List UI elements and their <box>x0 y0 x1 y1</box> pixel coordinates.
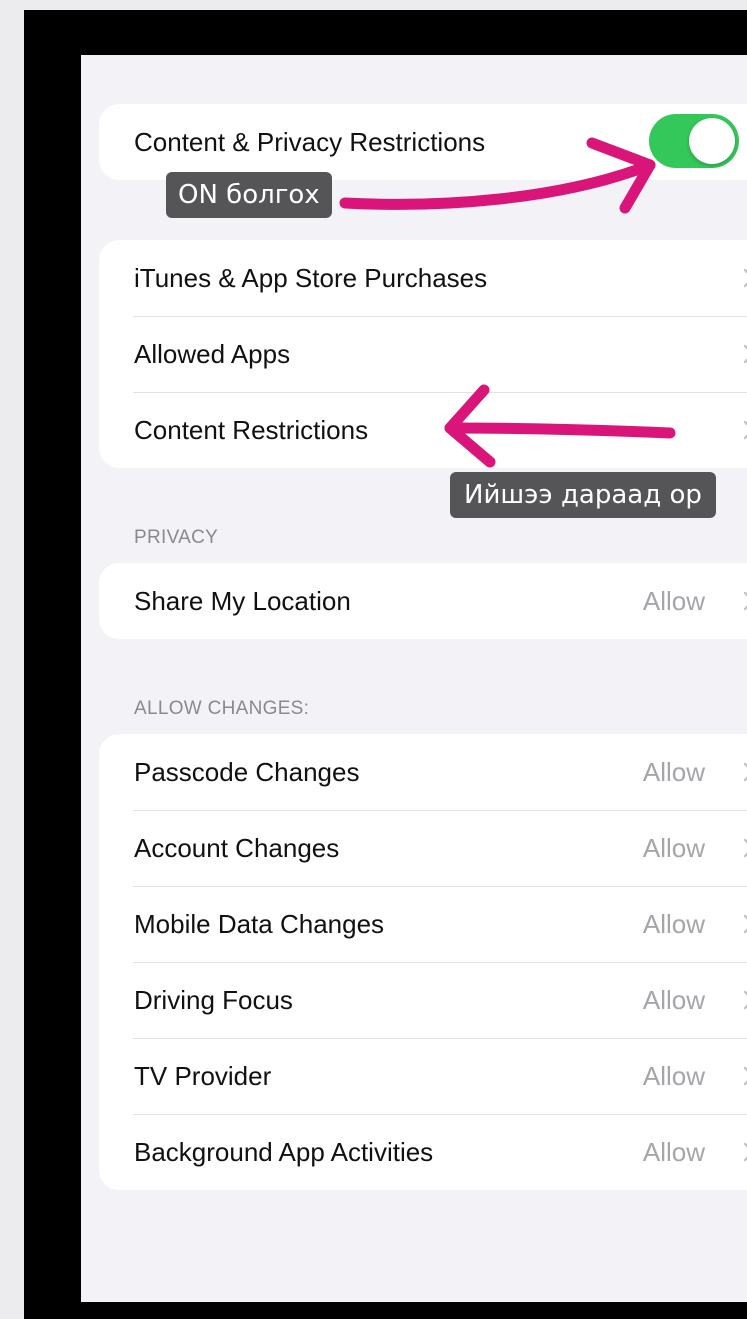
chevron-right-icon <box>743 268 747 288</box>
chevron-right-icon <box>743 914 747 934</box>
chevron-right-icon <box>743 762 747 782</box>
chevron-right-icon <box>743 344 747 364</box>
row-label: Background App Activities <box>134 1137 434 1167</box>
row-label: iTunes & App Store Purchases <box>134 263 488 293</box>
tv-provider-row[interactable]: TV Provider Allow <box>99 1038 747 1114</box>
row-value: Allow <box>642 985 705 1015</box>
row-value: Allow <box>642 1137 705 1167</box>
itunes-app-store-purchases-row[interactable]: iTunes & App Store Purchases <box>99 240 747 316</box>
privacy-section-header: PRIVACY <box>134 527 219 548</box>
chevron-right-icon <box>743 990 747 1010</box>
row-label: Passcode Changes <box>134 757 360 787</box>
row-value: Allow <box>642 833 705 863</box>
row-label: Driving Focus <box>134 985 293 1015</box>
background-app-activities-row[interactable]: Background App Activities Allow <box>99 1114 747 1190</box>
content-restrictions-annotation-label: Ийшээ дараад ор <box>450 472 716 518</box>
row-label: Share My Location <box>134 586 351 616</box>
passcode-changes-row[interactable]: Passcode Changes Allow <box>99 734 747 810</box>
settings-screen: Content & Privacy Restrictions iTunes & … <box>81 55 747 1302</box>
share-my-location-row[interactable]: Share My Location Allow <box>99 563 747 639</box>
row-value: Allow <box>642 1061 705 1091</box>
chevron-right-icon <box>743 838 747 858</box>
chevron-right-icon <box>743 420 747 440</box>
row-label: Allowed Apps <box>134 339 291 369</box>
main-items-group: iTunes & App Store Purchases Allowed App… <box>99 240 747 468</box>
account-changes-row[interactable]: Account Changes Allow <box>99 810 747 886</box>
toggle-knob <box>689 118 735 164</box>
allow-changes-group: Passcode Changes Allow Account Changes A… <box>99 734 747 1190</box>
content-restrictions-row[interactable]: Content Restrictions <box>99 392 747 468</box>
content-privacy-restrictions-label: Content & Privacy Restrictions <box>134 127 486 157</box>
device-frame: Content & Privacy Restrictions iTunes & … <box>24 10 747 1319</box>
row-label: Content Restrictions <box>134 415 369 445</box>
chevron-right-icon <box>743 1066 747 1086</box>
toggle-annotation-label: ON болгох <box>166 172 332 218</box>
row-value: Allow <box>642 909 705 939</box>
privacy-group: Share My Location Allow <box>99 563 747 639</box>
chevron-right-icon <box>743 591 747 611</box>
row-label: TV Provider <box>134 1061 272 1091</box>
mobile-data-changes-row[interactable]: Mobile Data Changes Allow <box>99 886 747 962</box>
row-label: Account Changes <box>134 833 340 863</box>
allowed-apps-row[interactable]: Allowed Apps <box>99 316 747 392</box>
row-label: Mobile Data Changes <box>134 909 385 939</box>
chevron-right-icon <box>743 1142 747 1162</box>
allow-changes-section-header: ALLOW CHANGES: <box>134 698 310 719</box>
row-value: Allow <box>642 586 705 616</box>
row-value: Allow <box>642 757 705 787</box>
restrictions-toggle-switch[interactable] <box>649 114 739 168</box>
driving-focus-row[interactable]: Driving Focus Allow <box>99 962 747 1038</box>
